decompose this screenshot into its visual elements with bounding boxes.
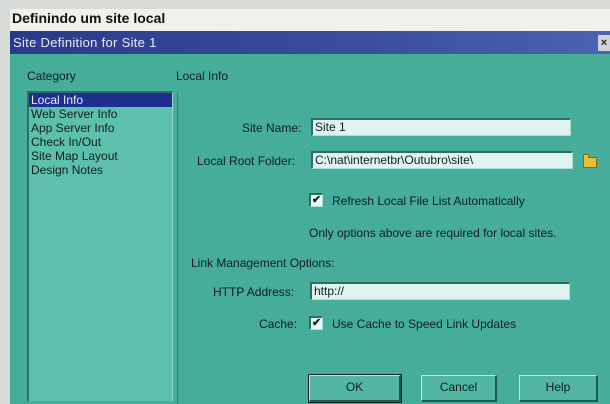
panel-title: Local Info	[176, 69, 229, 83]
site-definition-dialog: Site Definition for Site 1 × Category Lo…	[10, 31, 610, 404]
http-address-label: HTTP Address:	[213, 285, 295, 299]
category-item-check-in-out[interactable]: Check In/Out	[29, 135, 172, 149]
page-caption: Definindo um site local	[10, 9, 610, 31]
category-item-app-server-info[interactable]: App Server Info	[29, 121, 172, 135]
local-root-folder-label: Local Root Folder:	[197, 154, 296, 168]
http-address-input[interactable]: http://	[310, 282, 570, 300]
site-name-label: Site Name:	[242, 121, 302, 135]
close-icon[interactable]: ×	[598, 35, 610, 51]
refresh-label[interactable]: Refresh Local File List Automatically	[332, 194, 525, 208]
required-note: Only options above are required for loca…	[309, 226, 557, 240]
folder-icon[interactable]	[583, 154, 597, 168]
link-management-title: Link Management Options:	[191, 256, 335, 270]
panel-divider	[177, 93, 178, 404]
category-item-web-server-info[interactable]: Web Server Info	[29, 107, 172, 121]
category-item-design-notes[interactable]: Design Notes	[29, 163, 172, 177]
dialog-title: Site Definition for Site 1	[13, 35, 157, 50]
cancel-button[interactable]: Cancel	[421, 375, 497, 402]
category-item-site-map-layout[interactable]: Site Map Layout	[29, 149, 172, 163]
refresh-checkbox[interactable]: ✔	[309, 193, 323, 207]
category-list[interactable]: Local Info Web Server Info App Server In…	[27, 91, 173, 401]
dialog-titlebar[interactable]: Site Definition for Site 1 ×	[10, 31, 610, 54]
caption-text: Definindo um site local	[12, 10, 166, 26]
help-button[interactable]: Help	[519, 375, 598, 402]
ok-button[interactable]: OK	[308, 374, 402, 403]
cache-option-label[interactable]: Use Cache to Speed Link Updates	[332, 317, 516, 331]
local-root-folder-input[interactable]: C:\nat\internetbr\Outubro\site\	[311, 151, 573, 169]
category-header: Category	[27, 69, 76, 83]
cache-checkbox[interactable]: ✔	[309, 316, 323, 330]
category-item-local-info[interactable]: Local Info	[29, 93, 172, 107]
site-name-input[interactable]: Site 1	[311, 118, 571, 136]
cache-label: Cache:	[259, 317, 298, 331]
